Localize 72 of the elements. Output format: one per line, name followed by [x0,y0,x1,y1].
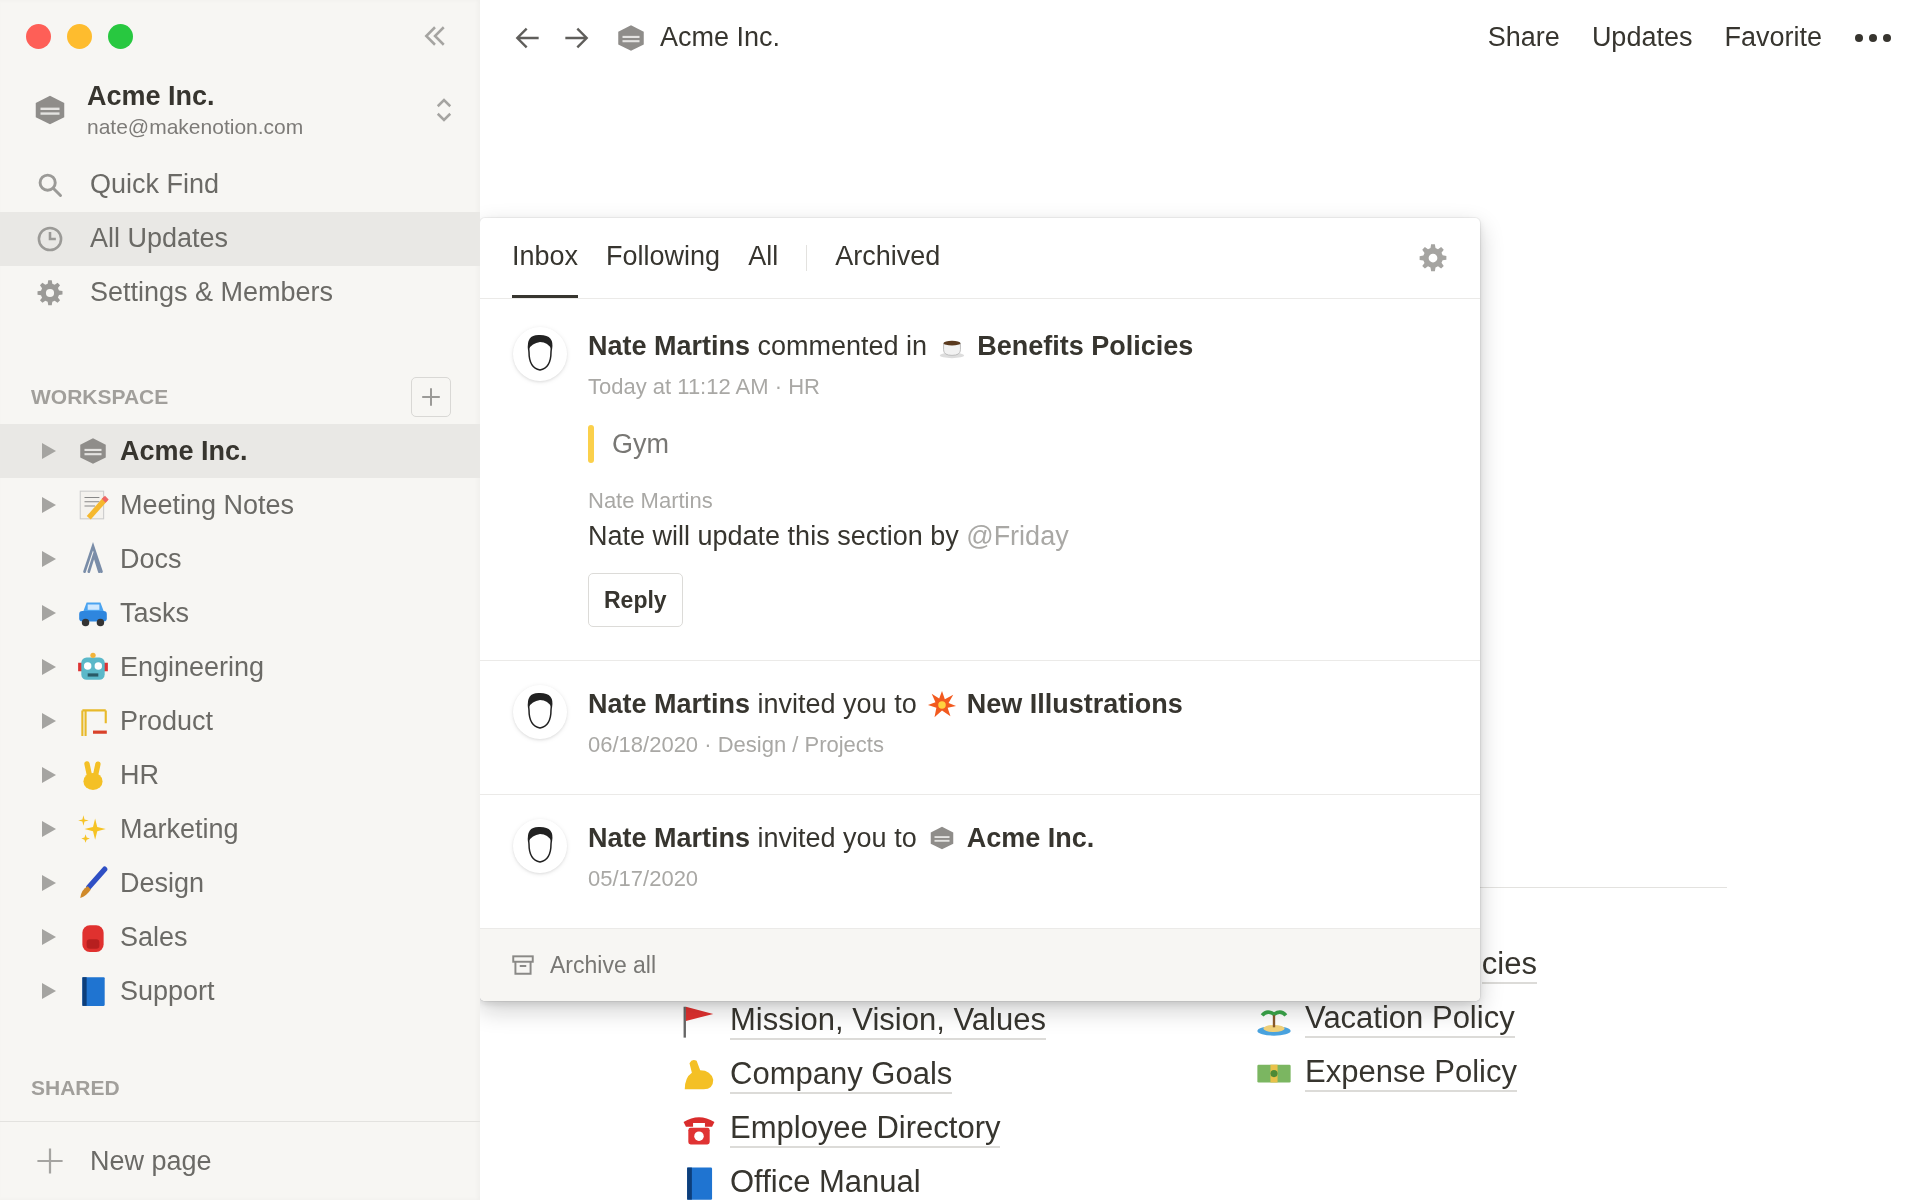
workspace-name: Acme Inc. [87,79,216,113]
page-link[interactable]: Acme Inc. [966,818,1095,858]
tab[interactable]: Following [606,218,721,298]
expand-triangle-icon[interactable] [41,495,57,514]
breadcrumb-link[interactable]: Acme Inc. [660,17,781,58]
page-tree-item[interactable]: Sales [0,909,480,964]
tab[interactable]: All [748,218,779,298]
tab[interactable]: Archived [835,218,941,298]
expand-triangle-icon[interactable] [41,981,57,1000]
archive-icon [510,952,536,978]
comment-author: Nate Martins [588,487,714,515]
page-tree-item[interactable]: Support [0,963,480,1018]
collision-icon [926,689,957,719]
notification-text: Nate Martins commented in [588,330,928,363]
toolbar-link[interactable]: Share [1487,17,1560,58]
toolbar-link[interactable]: Updates [1591,17,1693,58]
page-tree-item[interactable]: Acme Inc. [0,423,480,478]
account-email: nate@makenotion.com [87,113,304,140]
settings-icon [36,278,64,307]
tab[interactable]: Inbox [512,218,579,298]
new-page-button[interactable]: New page [0,1122,480,1200]
notification-text: Nate Martins invited you to [588,688,917,721]
close-window-button[interactable] [26,23,51,49]
notification-meta: Today at 11:12 AM · HR [588,373,821,401]
page-link[interactable]: Employee Directory [730,1110,1001,1148]
notification-meta: 06/18/2020 · Design / Projects [588,731,885,759]
page-tree-item[interactable]: HR [0,747,480,802]
page-link[interactable]: Benefits Policies [977,326,1194,366]
page-tree-item[interactable]: Tasks [0,585,480,640]
page-link[interactable]: Office Manual [730,1164,921,1200]
section-header: WORKSPACE [31,384,169,411]
notification-item[interactable]: Nate Martins commented in Benefits Policies Today at 11:12 AM · HR Gym Nate Martins Nate will update this section by @Friday Reply [480,299,1480,661]
expand-triangle-icon[interactable] [41,603,57,622]
expand-triangle-icon[interactable] [41,765,57,784]
section-header: SHARED [31,1075,120,1102]
quote-bar [588,425,594,463]
sidebar-nav-item[interactable]: Settings & Members [0,265,480,320]
clock-icon [36,224,64,253]
expand-triangle-icon[interactable] [41,819,57,838]
toolbar-link[interactable]: Favorite [1724,17,1822,58]
plus-icon [36,1147,64,1176]
expand-triangle-icon[interactable] [41,441,57,460]
minimize-window-button[interactable] [67,23,92,49]
notification-item[interactable]: Nate Martins invited you to New Illustrations 06/18/2020 · Design / Projects [480,661,1480,795]
quoted-text: Gym [612,427,669,461]
page-tree-item[interactable]: Docs [0,531,480,586]
sidebar-nav-item[interactable]: Quick Find [0,157,480,212]
page-tree-item[interactable]: Engineering [0,639,480,694]
expand-triangle-icon[interactable] [41,873,57,892]
expand-triangle-icon[interactable] [41,711,57,730]
expand-triangle-icon[interactable] [41,657,57,676]
comment-text: Nate will update this section by @Friday [588,520,1070,553]
archive-all-button[interactable]: Archive all [550,947,657,983]
expand-triangle-icon[interactable] [41,927,57,946]
page-tree-item[interactable]: Design [0,855,480,910]
page-link[interactable]: New Illustrations [966,684,1183,724]
page-link[interactable]: Expense Policy [1305,1054,1517,1092]
page-tree-item[interactable]: Product [0,693,480,748]
more-icon[interactable] [1854,32,1892,43]
settings-icon[interactable] [1418,243,1448,273]
notification-text: Nate Martins invited you to [588,822,917,855]
reply-button[interactable]: Reply [588,573,683,627]
add-page-button[interactable] [411,376,451,417]
sidebar-nav-item[interactable]: All Updates [0,211,480,266]
plus-icon [420,385,442,408]
page-link[interactable]: Company Goals [730,1056,953,1094]
notification-meta: 05/17/2020 [588,865,700,893]
expand-triangle-icon[interactable] [41,549,57,568]
workspace-switcher[interactable]: Acme Inc. nate@makenotion.com [0,72,480,147]
page-tree-item[interactable]: Marketing [0,801,480,856]
maximize-window-button[interactable] [108,23,133,49]
page-tree-item[interactable]: Meeting Notes [0,477,480,532]
